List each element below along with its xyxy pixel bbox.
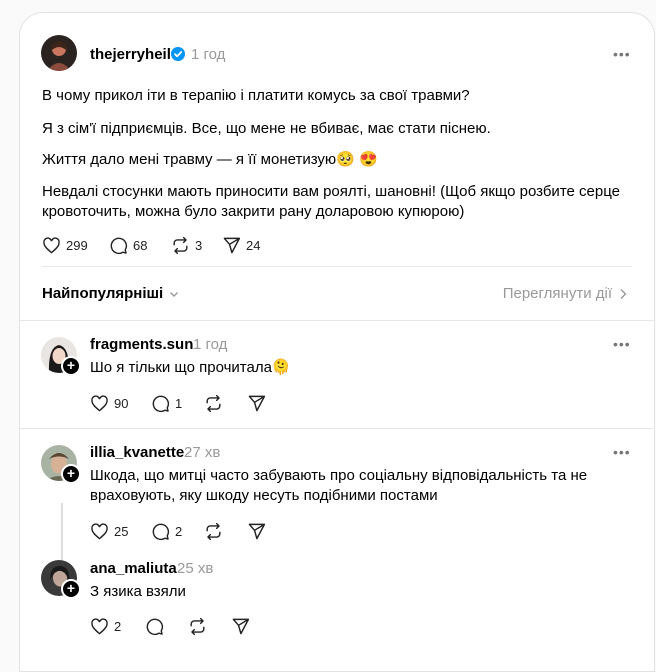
view-activity-link[interactable]: Переглянути дії [503, 285, 628, 302]
more-icon[interactable]: ••• [613, 444, 631, 460]
divider [42, 266, 632, 267]
divider [20, 320, 654, 321]
post-paragraph-3: Життя дало мені травму — я її монетизую🥺… [42, 151, 378, 168]
sort-dropdown[interactable]: Найпопулярніші [42, 285, 179, 302]
comment-icon [146, 618, 164, 636]
more-icon[interactable]: ••• [613, 46, 631, 62]
reply-time: 1 год [193, 336, 228, 353]
repost-button[interactable] [204, 522, 223, 541]
heart-icon [91, 618, 108, 635]
comment-button[interactable]: 68 [109, 236, 147, 255]
chevron-right-icon [620, 288, 627, 299]
post-paragraph-5: кровоточить, можна було закрити рану дол… [42, 203, 465, 220]
author-avatar[interactable] [41, 35, 77, 71]
divider [20, 428, 654, 429]
share-icon [232, 618, 250, 635]
comment-count: 68 [133, 238, 148, 253]
reply-text-line-2: враховують, яку шкоду несуть подібними п… [90, 487, 438, 504]
thread-line [61, 503, 63, 563]
reply-text: Шо я тільки що прочитала🫠 [90, 359, 291, 376]
like-count: 90 [114, 396, 129, 411]
share-icon [223, 237, 241, 254]
share-button[interactable] [247, 394, 266, 413]
like-button[interactable]: 299 [42, 236, 88, 255]
reply-text-line-1: Шкода, що митці часто забувають про соці… [90, 467, 588, 484]
comment-icon [110, 237, 128, 255]
reply-username[interactable]: ana_maliuta [90, 560, 177, 577]
share-button[interactable] [231, 617, 250, 636]
like-count: 299 [66, 238, 88, 253]
post-paragraph-2: Я з сім'ї підприємців. Все, що мене не в… [42, 120, 491, 137]
reply-text: З язика взяли [90, 583, 186, 600]
share-icon [248, 523, 266, 540]
repost-button[interactable]: 3 [171, 236, 202, 255]
comment-button[interactable] [145, 617, 164, 636]
follow-plus-icon[interactable]: + [61, 464, 81, 484]
verified-icon [171, 47, 185, 61]
like-button[interactable]: 90 [90, 394, 128, 413]
heart-icon [43, 237, 60, 254]
author-username[interactable]: thejerryheil [90, 46, 171, 63]
heart-icon [91, 395, 108, 412]
thread-card: thejerryheil 1 год ••• В чому прикол іти… [19, 12, 655, 672]
repost-button[interactable] [204, 394, 223, 413]
comment-count: 1 [175, 396, 183, 411]
repost-button[interactable] [188, 617, 207, 636]
post-paragraph-4: Невдалі стосунки мають приносити вам роя… [42, 183, 620, 200]
reply-username[interactable]: illia_kvanette [90, 444, 184, 461]
share-count: 24 [246, 238, 261, 253]
post-paragraph-1: В чому прикол іти в терапію і платити ко… [42, 87, 470, 104]
like-count: 2 [114, 619, 122, 634]
sort-label: Найпопулярніші [42, 285, 164, 302]
share-button[interactable]: 24 [222, 236, 260, 255]
follow-plus-icon[interactable]: + [61, 579, 81, 599]
chevron-down-icon [170, 291, 179, 297]
comment-icon [152, 395, 170, 413]
share-icon [248, 395, 266, 412]
like-button[interactable]: 2 [90, 617, 121, 636]
repost-count: 3 [195, 238, 203, 253]
comment-button[interactable]: 2 [151, 522, 182, 541]
reply-username[interactable]: fragments.sun [90, 336, 193, 353]
more-icon[interactable]: ••• [613, 336, 631, 352]
comment-button[interactable]: 1 [151, 394, 182, 413]
follow-plus-icon[interactable]: + [61, 356, 81, 376]
reply-time: 27 хв [184, 444, 221, 461]
repost-icon [206, 522, 221, 541]
post-time: 1 год [191, 46, 226, 63]
like-count: 25 [114, 524, 129, 539]
repost-icon [173, 236, 188, 255]
heart-icon [91, 523, 108, 540]
comment-icon [152, 523, 170, 541]
comment-count: 2 [175, 524, 183, 539]
share-button[interactable] [247, 522, 266, 541]
view-activity-label: Переглянути дії [502, 285, 612, 302]
repost-icon [190, 617, 205, 636]
like-button[interactable]: 25 [90, 522, 128, 541]
reply-time: 25 хв [177, 560, 214, 577]
repost-icon [206, 394, 221, 413]
